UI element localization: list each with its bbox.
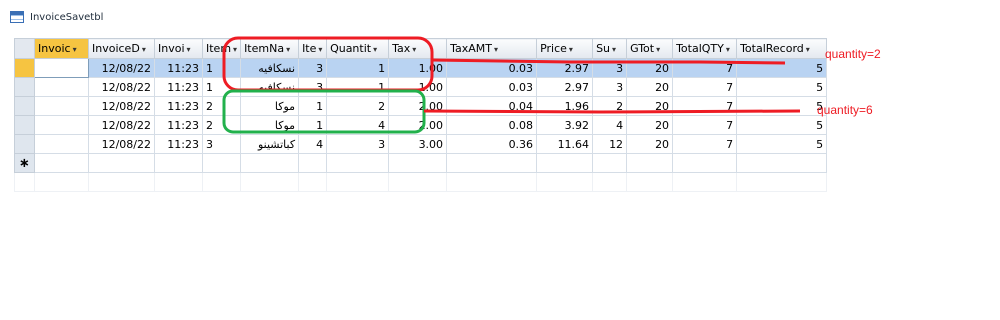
green-annotation-box bbox=[222, 89, 426, 134]
red-annotation-box bbox=[222, 36, 434, 92]
red-connector-line bbox=[423, 109, 801, 114]
red-annotation-line bbox=[431, 58, 786, 65]
quantity-2-label: quantity=2 bbox=[825, 47, 881, 61]
quantity-6-label: quantity=6 bbox=[817, 103, 873, 117]
